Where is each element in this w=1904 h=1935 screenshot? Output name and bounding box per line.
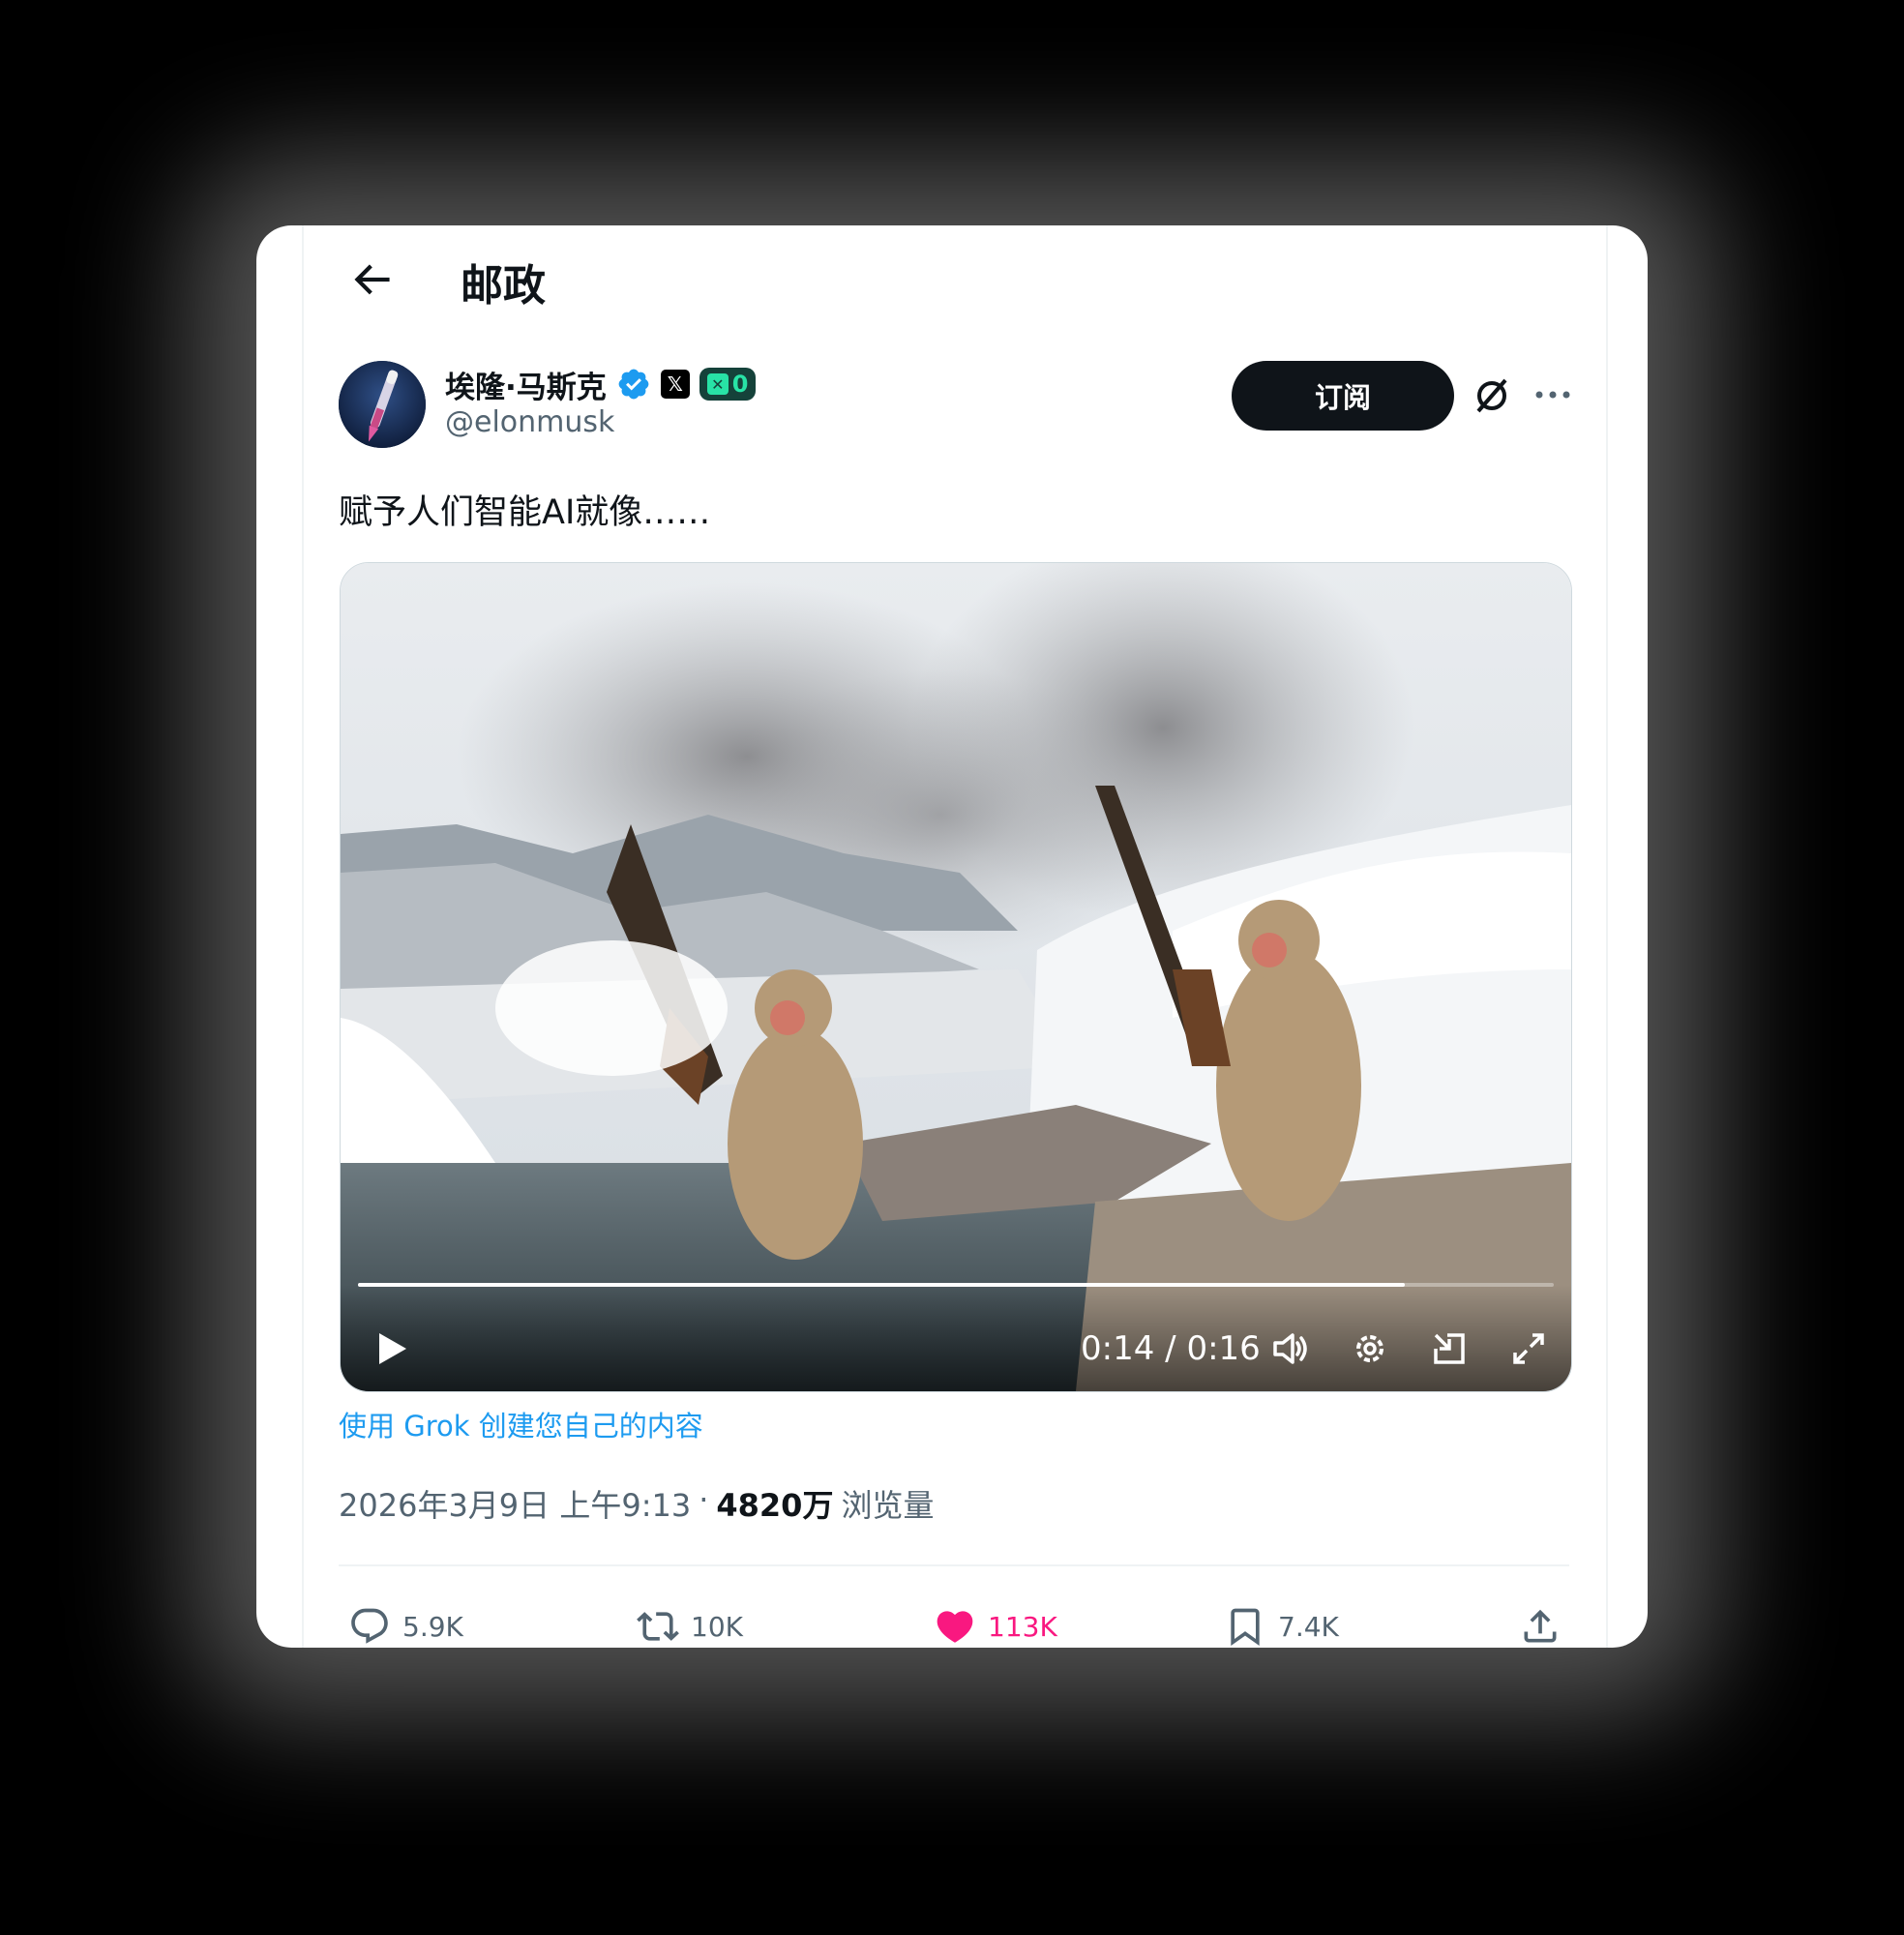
page-title: 邮政 (461, 261, 546, 311)
pip-icon (1434, 1333, 1465, 1364)
subscribe-button[interactable]: 订阅 (1232, 361, 1454, 431)
play-button[interactable] (370, 1327, 412, 1370)
x-small-icon: ✕ (706, 373, 729, 395)
bookmark-count: 7.4K (1278, 1610, 1339, 1643)
author-name[interactable]: 埃隆·马斯克 (445, 363, 607, 406)
fullscreen-icon (1513, 1333, 1544, 1364)
meta-dot: · (699, 1481, 709, 1518)
volume-icon (1273, 1333, 1307, 1364)
avatar[interactable] (339, 361, 426, 448)
reply-count: 5.9K (402, 1610, 463, 1643)
play-icon (379, 1333, 406, 1364)
video-progress-bar[interactable] (358, 1283, 1554, 1287)
current-time: 0:14 (1081, 1329, 1155, 1368)
duration: 0:16 (1186, 1329, 1261, 1368)
post-card: 邮政 埃隆·马斯克 𝕏 ✕ 0 @elonmusk 订阅 赋予人们智能AI就像…… (256, 225, 1648, 1648)
views-label: 浏览量 (841, 1487, 935, 1524)
video-frame (341, 563, 1571, 1391)
author-handle[interactable]: @elonmusk (445, 405, 614, 439)
repost-icon (637, 1612, 679, 1641)
counter-badge-value: 0 (731, 371, 749, 398)
column-border-left (302, 225, 304, 1648)
column-border-right (1606, 225, 1608, 1648)
divider (339, 1564, 1569, 1566)
picture-in-picture-button[interactable] (1428, 1327, 1471, 1370)
repost-button[interactable]: 10K (637, 1599, 743, 1648)
views-count: 4820万 (716, 1487, 834, 1524)
video-player[interactable]: 0:14 / 0:16 (340, 562, 1572, 1392)
like-count: 113K (988, 1610, 1057, 1643)
x-affiliate-badge[interactable]: 𝕏 (660, 370, 690, 399)
share-button[interactable] (1519, 1599, 1562, 1648)
counter-badge[interactable]: ✕ 0 (699, 368, 757, 401)
video-progress-fill (358, 1283, 1405, 1287)
header: 邮政 (302, 225, 1606, 322)
post-date[interactable]: 2026年3月9日 上午9:13 (339, 1481, 691, 1526)
bookmark-button[interactable]: 7.4K (1224, 1599, 1339, 1648)
repost-count: 10K (691, 1610, 743, 1643)
gear-icon (1356, 1335, 1383, 1362)
share-icon (1524, 1609, 1557, 1643)
arrow-left-icon (354, 264, 390, 295)
bookmark-icon (1231, 1608, 1260, 1647)
heart-icon (937, 1611, 973, 1643)
fullscreen-button[interactable] (1507, 1327, 1550, 1370)
like-button[interactable]: 113K (934, 1599, 1057, 1648)
reply-button[interactable]: 5.9K (348, 1599, 463, 1648)
grok-create-link[interactable]: 使用 Grok 创建您自己的内容 (339, 1404, 703, 1444)
post-meta: 2026年3月9日 上午9:13 · 4820万 浏览量 (339, 1481, 934, 1526)
reply-icon (351, 1608, 388, 1644)
back-button[interactable] (342, 251, 401, 309)
author-name-row: 埃隆·马斯克 𝕏 ✕ 0 (445, 361, 757, 407)
settings-button[interactable] (1349, 1327, 1391, 1370)
grok-icon[interactable] (1471, 374, 1513, 417)
more-dots-icon[interactable] (1532, 380, 1574, 409)
video-time: 0:14 / 0:16 (1081, 1329, 1261, 1368)
volume-button[interactable] (1269, 1327, 1312, 1370)
verified-check-icon[interactable] (616, 367, 651, 402)
time-separator: / (1154, 1329, 1187, 1368)
tweet-text: 赋予人们智能AI就像…… (339, 493, 711, 532)
